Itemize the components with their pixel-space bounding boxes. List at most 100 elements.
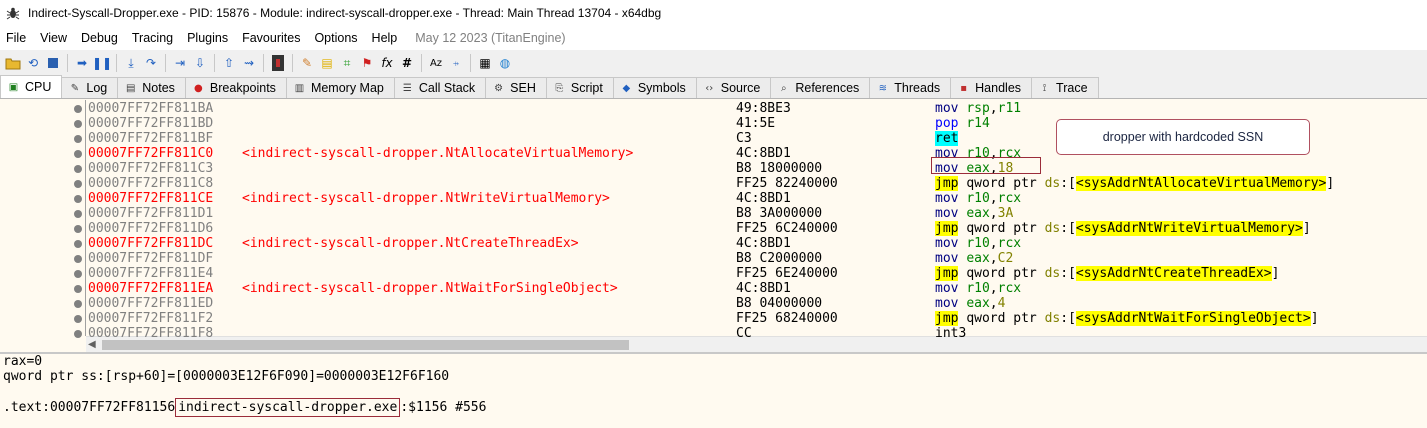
menu-debug[interactable]: Debug — [75, 31, 126, 45]
disasm-row[interactable]: 00007FF72FF811EA <indirect-syscall-droppe… — [0, 281, 1427, 296]
row-instruction: jmp qword ptr ds:[<sysAddrNtAllocateVirt… — [935, 176, 1334, 191]
step-into-icon[interactable]: ⤓ — [123, 55, 139, 71]
close-icon[interactable] — [45, 55, 61, 71]
tab-notes[interactable]: ▤ Notes — [117, 77, 186, 98]
operand-reg: rcx — [997, 281, 1022, 296]
row-instruction: jmp qword ptr ds:[<sysAddrNtWaitForSingl… — [935, 311, 1319, 326]
functions-icon[interactable]: fx — [379, 55, 395, 71]
operand-seg: ds — [1044, 221, 1061, 236]
tab-label: Memory Map — [310, 81, 384, 95]
disasm-row[interactable]: 00007FF72FF811C8 FF25 82240000 jmp qword p… — [0, 176, 1427, 191]
patch-icon[interactable]: ✎ — [299, 55, 315, 71]
row-instruction: jmp qword ptr ds:[<sysAddrNtCreateThread… — [935, 266, 1279, 281]
toolbar-separator — [214, 54, 215, 72]
execute-till-return-icon[interactable]: ⇧ — [221, 55, 237, 71]
scylla-icon[interactable] — [270, 55, 286, 71]
operands: r10,rcx — [966, 191, 1022, 206]
menu-tracing[interactable]: Tracing — [126, 31, 181, 45]
row-bytes: 49:8BE3 — [736, 101, 791, 116]
disasm-row[interactable]: 00007FF72FF811DF B8 C2000000 mov eax,C2 — [0, 251, 1427, 266]
operand-sym: <sysAddrNtCreateThreadEx> — [1075, 266, 1272, 281]
menu-view[interactable]: View — [34, 31, 75, 45]
row-bytes: B8 04000000 — [736, 296, 823, 311]
strings-icon[interactable]: ⍆ — [448, 55, 464, 71]
operand-seg: ds — [1044, 311, 1061, 326]
tab-trace[interactable]: ⟟ Trace — [1031, 77, 1099, 98]
row-instruction: mov r10,rcx — [935, 236, 1021, 251]
row-label: <indirect-syscall-dropper.NtAllocateVirt… — [242, 146, 634, 161]
tab-script[interactable]: ⎘ Script — [545, 77, 614, 98]
row-bytes: C3 — [736, 131, 752, 146]
menu-file[interactable]: File — [0, 31, 34, 45]
menu-plugins[interactable]: Plugins — [181, 31, 236, 45]
comments-icon[interactable]: ▤ — [319, 55, 335, 71]
operands: rsp,r11 — [966, 101, 1022, 116]
row-instruction: mov r10,rcx — [935, 281, 1021, 296]
disasm-row[interactable]: 00007FF72FF811F2 FF25 68240000 jmp qword p… — [0, 311, 1427, 326]
operand-reg: eax — [966, 296, 990, 311]
tab-source[interactable]: ‹› Source — [695, 77, 772, 98]
operand-reg: r10 — [966, 236, 990, 251]
operand-reg: r14 — [966, 116, 990, 131]
toolbar: ⟲ ➡ ❚❚ ⤓ ↷ ⇥ ⇩ ⇧ ⇝ ✎ ▤ ⌗ ⚑ fx # Az ⍆ ▦ ◍ — [0, 50, 1427, 76]
step-over-icon[interactable]: ↷ — [143, 55, 159, 71]
calculator-icon[interactable]: ▦ — [477, 55, 493, 71]
disasm-row[interactable]: 00007FF72FF811D1 B8 3A000000 mov eax,3A — [0, 206, 1427, 221]
run-icon[interactable]: ➡ — [74, 55, 90, 71]
operand-sym: <sysAddrNtWaitForSingleObject> — [1075, 311, 1311, 326]
open-folder-icon[interactable] — [5, 55, 21, 71]
row-bytes: B8 C2000000 — [736, 251, 823, 266]
font-size-icon[interactable]: Az — [428, 55, 444, 71]
mnemonic: mov — [935, 236, 959, 251]
operand-sym: <sysAddrNtAllocateVirtualMemory> — [1075, 176, 1327, 191]
disasm-row[interactable]: 00007FF72FF811CE <indirect-syscall-droppe… — [0, 191, 1427, 206]
disasm-row[interactable]: 00007FF72FF811E4 FF25 6E240000 jmp qword p… — [0, 266, 1427, 281]
tab-memory-map[interactable]: ▥ Memory Map — [285, 77, 395, 98]
trace-into-icon[interactable]: ⇥ — [172, 55, 188, 71]
tab-label: CPU — [25, 80, 52, 94]
row-address: 00007FF72FF811CE — [88, 191, 214, 206]
disasm-row[interactable]: 00007FF72FF811C3 B8 18000000 mov eax,18 — [0, 161, 1427, 176]
x64dbg-bug-icon — [6, 6, 20, 20]
tab-threads[interactable]: ≋ Threads — [869, 77, 952, 98]
menu-options[interactable]: Options — [308, 31, 365, 45]
tab-symbols[interactable]: ◆ Symbols — [612, 77, 697, 98]
tab-references[interactable]: ⌕ References — [770, 77, 871, 98]
tab-handles[interactable]: ▪ Handles — [950, 77, 1033, 98]
tab-label: Threads — [894, 81, 941, 95]
menu-bar: File View Debug Tracing Plugins Favourit… — [0, 26, 1427, 50]
tab-seh[interactable]: ⚙ SEH — [485, 77, 547, 98]
menu-favourites[interactable]: Favourites — [236, 31, 308, 45]
disasm-row[interactable]: 00007FF72FF811D6 FF25 6C240000 jmp qword p… — [0, 221, 1427, 236]
operand-reg: r10 — [966, 191, 990, 206]
restart-icon[interactable]: ⟲ — [25, 55, 41, 71]
scrollbar-thumb[interactable] — [102, 340, 629, 350]
notes-icon: ▤ — [126, 82, 136, 94]
tab-label: Handles — [975, 81, 1022, 95]
tab-log[interactable]: ✎ Log — [61, 77, 119, 98]
pause-icon[interactable]: ❚❚ — [92, 55, 112, 71]
trace-over-icon[interactable]: ⇩ — [192, 55, 208, 71]
info-line-memory: qword ptr ss:[rsp+60]=[0000003E12F6F090]… — [3, 369, 450, 384]
bookmarks-icon[interactable]: ⚑ — [359, 55, 375, 71]
disasm-row[interactable]: 00007FF72FF811BA 49:8BE3 mov rsp,r11 — [0, 101, 1427, 116]
disasm-row[interactable]: 00007FF72FF811ED B8 04000000 mov eax,4 — [0, 296, 1427, 311]
module-name-highlight: indirect-syscall-dropper.exe — [175, 398, 401, 417]
operands: r14 — [958, 116, 989, 131]
row-bytes: B8 3A000000 — [736, 206, 823, 221]
tab-breakpoints[interactable]: ● Breakpoints — [184, 77, 287, 98]
toolbar-separator — [292, 54, 293, 72]
toolbar-separator — [263, 54, 264, 72]
disasm-row[interactable]: 00007FF72FF811DC <indirect-syscall-droppe… — [0, 236, 1427, 251]
tab-cpu[interactable]: ▣ CPU — [0, 75, 63, 98]
tab-call-stack[interactable]: ☰ Call Stack — [393, 77, 487, 98]
menu-help[interactable]: Help — [366, 31, 406, 45]
hash-icon[interactable]: # — [399, 55, 415, 71]
globe-icon[interactable]: ◍ — [497, 55, 513, 71]
disasm-row[interactable]: 00007FF72FF811F8 CC int3 — [0, 326, 1427, 341]
row-bytes: 4C:8BD1 — [736, 236, 791, 251]
labels-icon[interactable]: ⌗ — [339, 55, 355, 71]
run-to-user-code-icon[interactable]: ⇝ — [241, 55, 257, 71]
trace-icon: ⟟ — [1042, 82, 1047, 94]
row-address: 00007FF72FF811C0 — [88, 146, 214, 161]
